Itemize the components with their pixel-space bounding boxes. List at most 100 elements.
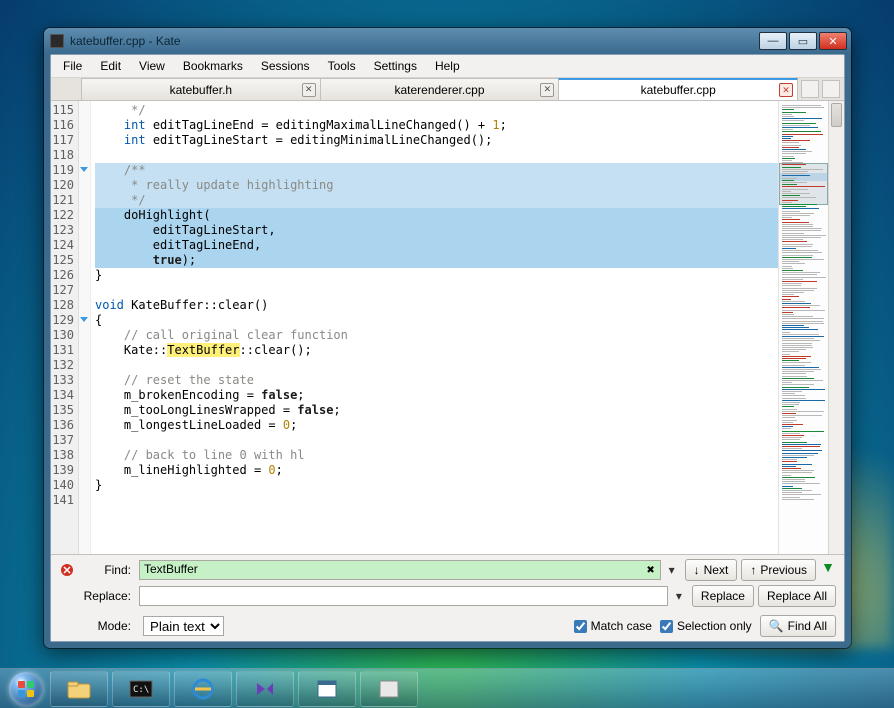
code-view[interactable]: */ int editTagLineEnd = editingMaximalLi…: [91, 101, 778, 554]
code-line[interactable]: }: [95, 478, 778, 493]
line-number[interactable]: 118: [51, 148, 74, 163]
find-history-dropdown[interactable]: ▾: [665, 563, 679, 577]
code-line[interactable]: editTagLineEnd,: [95, 238, 778, 253]
code-line[interactable]: // reset the state: [95, 373, 778, 388]
minimap[interactable]: [778, 101, 828, 554]
code-line[interactable]: doHighlight(: [95, 208, 778, 223]
taskbar-item-explorer[interactable]: [50, 671, 108, 707]
document-tab[interactable]: katebuffer.cpp✕: [558, 78, 798, 100]
line-number[interactable]: 124: [51, 238, 74, 253]
tab-close-icon[interactable]: ✕: [540, 83, 554, 97]
code-line[interactable]: m_longestLineLoaded = 0;: [95, 418, 778, 433]
code-line[interactable]: */: [95, 103, 778, 118]
line-number[interactable]: 120: [51, 178, 74, 193]
titlebar[interactable]: katebuffer.cpp - Kate — ▭ ✕: [44, 28, 851, 54]
code-line[interactable]: m_brokenEncoding = false;: [95, 388, 778, 403]
fold-marker-icon[interactable]: [79, 165, 91, 177]
selection-only-checkbox[interactable]: Selection only: [660, 619, 752, 633]
close-search-icon[interactable]: [59, 562, 75, 578]
line-number[interactable]: 131: [51, 343, 74, 358]
replace-all-button[interactable]: Replace All: [758, 585, 836, 607]
windows-taskbar[interactable]: C:\: [0, 668, 894, 708]
menu-edit[interactable]: Edit: [92, 57, 129, 75]
line-number[interactable]: 129: [51, 313, 74, 328]
line-number[interactable]: 122: [51, 208, 74, 223]
code-line[interactable]: void KateBuffer::clear(): [95, 298, 778, 313]
line-number[interactable]: 123: [51, 223, 74, 238]
find-next-button[interactable]: ↓ Next: [685, 559, 738, 581]
line-number[interactable]: 141: [51, 493, 74, 508]
line-number[interactable]: 138: [51, 448, 74, 463]
code-line[interactable]: int editTagLineEnd = editingMaximalLineC…: [95, 118, 778, 133]
document-tab[interactable]: katerenderer.cpp✕: [320, 78, 560, 100]
code-line[interactable]: */: [95, 193, 778, 208]
line-number[interactable]: 132: [51, 358, 74, 373]
menu-sessions[interactable]: Sessions: [253, 57, 318, 75]
tab-close-icon[interactable]: ✕: [302, 83, 316, 97]
code-line[interactable]: [95, 283, 778, 298]
tabbar-tool-list[interactable]: [822, 80, 840, 98]
selection-only-input[interactable]: [660, 620, 673, 633]
search-mode-combobox[interactable]: Plain text: [143, 616, 224, 636]
code-line[interactable]: {: [95, 313, 778, 328]
document-tab[interactable]: katebuffer.h✕: [81, 78, 321, 100]
line-number[interactable]: 133: [51, 373, 74, 388]
code-line[interactable]: true);: [95, 253, 778, 268]
line-number[interactable]: 115: [51, 103, 74, 118]
find-previous-button[interactable]: ↑ Previous: [741, 559, 816, 581]
line-number[interactable]: 134: [51, 388, 74, 403]
maximize-button[interactable]: ▭: [789, 32, 817, 50]
code-line[interactable]: int editTagLineStart = editingMinimalLin…: [95, 133, 778, 148]
menu-file[interactable]: File: [55, 57, 90, 75]
code-line[interactable]: // call original clear function: [95, 328, 778, 343]
find-all-button[interactable]: 🔍 Find All: [760, 615, 836, 637]
close-button[interactable]: ✕: [819, 32, 847, 50]
code-line[interactable]: [95, 493, 778, 508]
taskbar-item-ie[interactable]: [174, 671, 232, 707]
code-line[interactable]: }: [95, 268, 778, 283]
line-number[interactable]: 140: [51, 478, 74, 493]
tab-close-icon[interactable]: ✕: [779, 83, 793, 97]
line-number[interactable]: 117: [51, 133, 74, 148]
switch-to-replace-icon[interactable]: ▼: [820, 559, 836, 575]
taskbar-item-kate[interactable]: [298, 671, 356, 707]
code-line[interactable]: editTagLineStart,: [95, 223, 778, 238]
code-line[interactable]: [95, 358, 778, 373]
line-number-gutter[interactable]: 1151161171181191201211221231241251261271…: [51, 101, 79, 554]
code-line[interactable]: [95, 148, 778, 163]
menu-bookmarks[interactable]: Bookmarks: [175, 57, 251, 75]
taskbar-item-visualstudio[interactable]: [236, 671, 294, 707]
replace-history-dropdown[interactable]: ▾: [672, 589, 686, 603]
line-number[interactable]: 119: [51, 163, 74, 178]
vertical-scrollbar[interactable]: [828, 101, 844, 554]
line-number[interactable]: 137: [51, 433, 74, 448]
code-line[interactable]: m_tooLongLinesWrapped = false;: [95, 403, 778, 418]
start-button[interactable]: [4, 671, 48, 707]
line-number[interactable]: 116: [51, 118, 74, 133]
line-number[interactable]: 128: [51, 298, 74, 313]
menu-settings[interactable]: Settings: [366, 57, 425, 75]
code-line[interactable]: * really update highlighting: [95, 178, 778, 193]
minimize-button[interactable]: —: [759, 32, 787, 50]
menu-help[interactable]: Help: [427, 57, 468, 75]
line-number[interactable]: 136: [51, 418, 74, 433]
match-case-input[interactable]: [574, 620, 587, 633]
menu-tools[interactable]: Tools: [320, 57, 364, 75]
fold-marker-icon[interactable]: [79, 315, 91, 327]
code-line[interactable]: [95, 433, 778, 448]
clear-find-icon[interactable]: ✖: [644, 563, 658, 577]
line-number[interactable]: 127: [51, 283, 74, 298]
line-number[interactable]: 121: [51, 193, 74, 208]
replace-input[interactable]: [139, 586, 668, 606]
line-number[interactable]: 125: [51, 253, 74, 268]
code-line[interactable]: /**: [95, 163, 778, 178]
line-number[interactable]: 130: [51, 328, 74, 343]
line-number[interactable]: 135: [51, 403, 74, 418]
taskbar-item-terminal[interactable]: C:\: [112, 671, 170, 707]
menu-view[interactable]: View: [131, 57, 173, 75]
replace-button[interactable]: Replace: [692, 585, 754, 607]
taskbar-item-app[interactable]: [360, 671, 418, 707]
line-number[interactable]: 126: [51, 268, 74, 283]
scroll-thumb[interactable]: [831, 103, 842, 127]
code-line[interactable]: m_lineHighlighted = 0;: [95, 463, 778, 478]
